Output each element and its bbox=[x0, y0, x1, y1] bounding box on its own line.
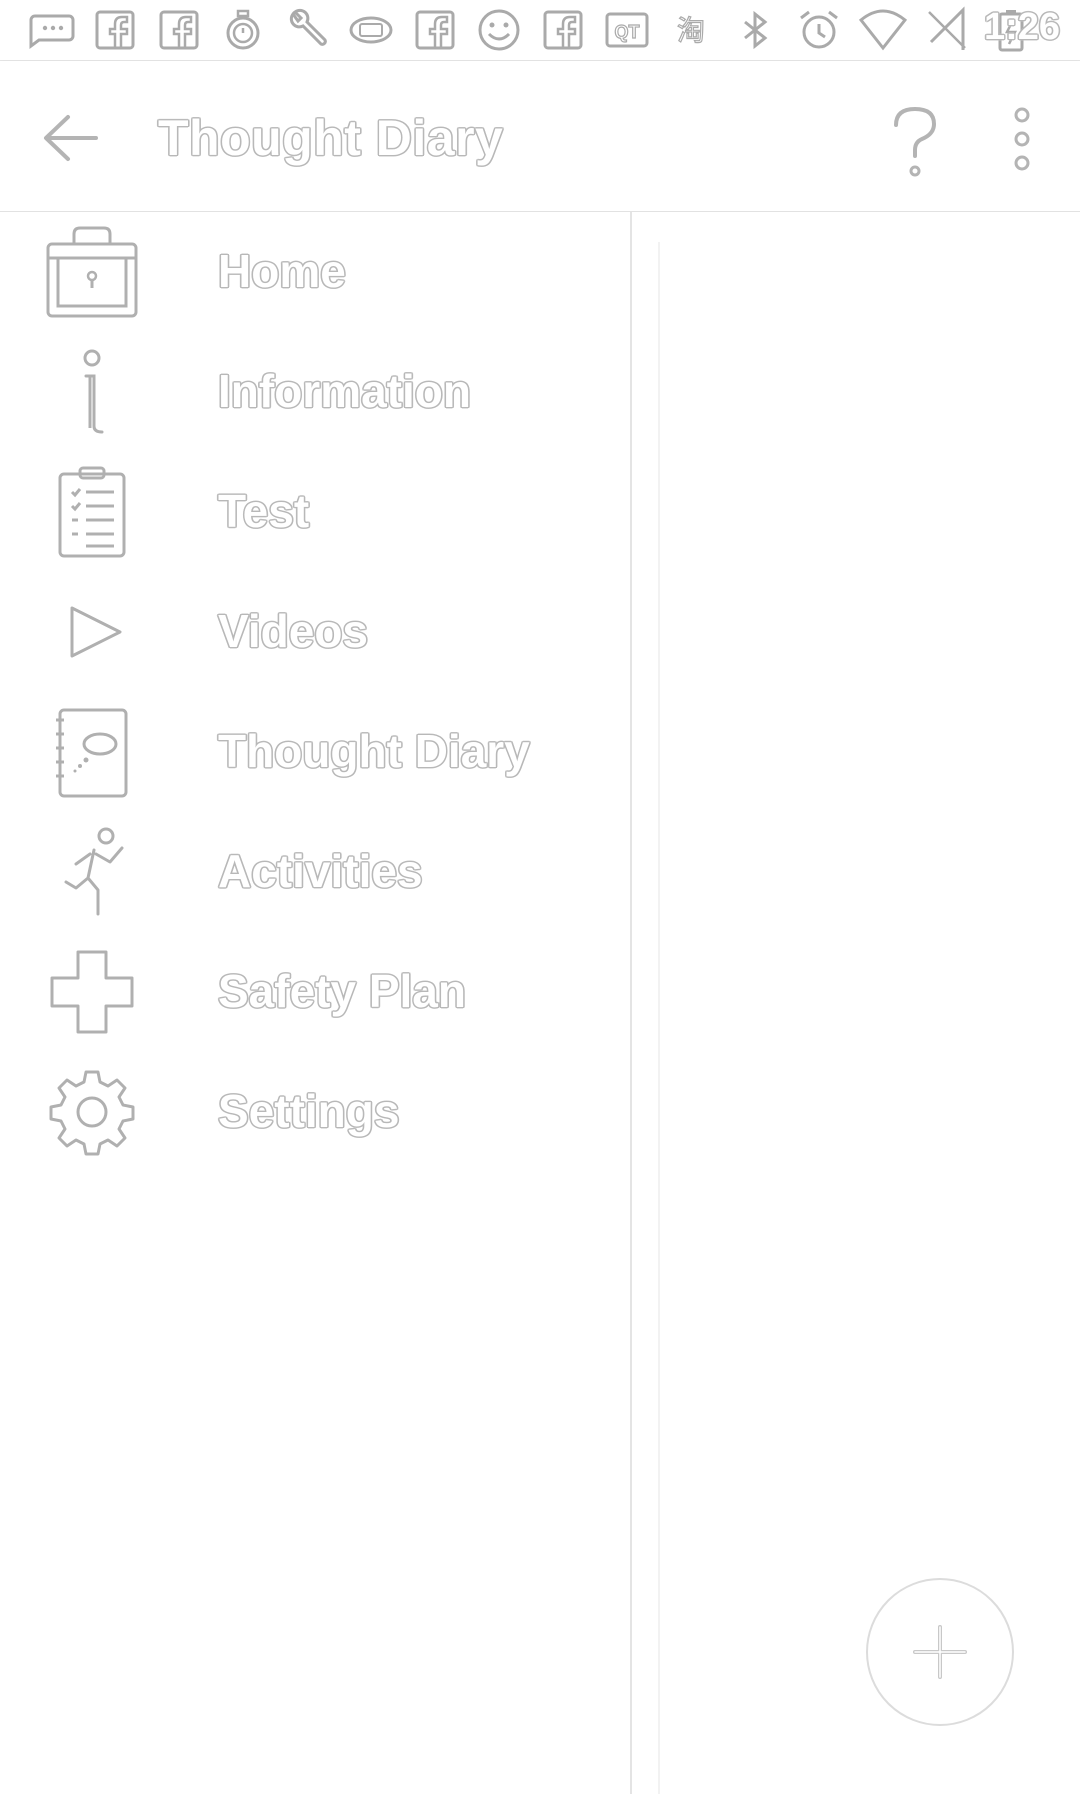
bluetooth-icon bbox=[728, 5, 782, 55]
drawer-item-videos[interactable]: Videos bbox=[0, 572, 630, 692]
clock: 1:26 bbox=[983, 6, 1060, 48]
drawer-item-information[interactable]: Information bbox=[0, 332, 630, 452]
drawer-item-safety-plan[interactable]: Safety Plan bbox=[0, 932, 630, 1052]
facebook-icon bbox=[88, 5, 142, 55]
question-mark-icon bbox=[894, 106, 937, 177]
add-entry-button[interactable] bbox=[866, 1578, 1014, 1726]
help-button[interactable] bbox=[882, 101, 948, 181]
drawer-item-label: Settings bbox=[218, 1085, 400, 1137]
drawer-item-label: Test bbox=[218, 485, 310, 537]
back-button[interactable] bbox=[36, 103, 106, 173]
qt-icon: QT bbox=[600, 5, 654, 55]
facebook-icon bbox=[536, 5, 590, 55]
facebook-icon bbox=[408, 5, 462, 55]
drawer-item-label: Thought Diary bbox=[218, 725, 530, 777]
more-vert-icon bbox=[1014, 107, 1030, 171]
drawer-item-activities[interactable]: Activities bbox=[0, 812, 630, 932]
svg-text:QT: QT bbox=[615, 22, 640, 42]
taobao-icon: 淘 bbox=[664, 5, 718, 55]
smiley-icon bbox=[472, 5, 526, 55]
app-toolbar: Thought Diary bbox=[0, 61, 1080, 213]
status-bar: QT 淘 1:26 bbox=[0, 0, 1080, 61]
alarm-icon bbox=[792, 5, 846, 55]
wrench-icon bbox=[280, 5, 334, 55]
drawer-item-home[interactable]: Home bbox=[0, 212, 630, 332]
play-icon bbox=[42, 582, 142, 682]
running-person-icon bbox=[42, 822, 142, 922]
drawer-item-thought-diary[interactable]: Thought Diary bbox=[0, 692, 630, 812]
content-area bbox=[658, 242, 1080, 1794]
notebook-icon bbox=[42, 702, 142, 802]
info-icon bbox=[42, 342, 142, 442]
clipboard-icon bbox=[42, 462, 142, 562]
drawer-item-settings[interactable]: Settings bbox=[0, 1052, 630, 1172]
wifi-icon bbox=[856, 5, 910, 55]
drawer-item-label: Safety Plan bbox=[218, 965, 466, 1017]
arrow-left-icon bbox=[44, 115, 98, 161]
scanner-icon bbox=[344, 5, 398, 55]
no-sim-icon bbox=[920, 5, 974, 55]
drawer-item-label: Activities bbox=[218, 845, 423, 897]
drawer-item-test[interactable]: Test bbox=[0, 452, 630, 572]
content-panel bbox=[632, 212, 1080, 1794]
stopwatch-icon bbox=[216, 5, 270, 55]
drawer-item-label: Videos bbox=[218, 605, 368, 657]
facebook-icon bbox=[152, 5, 206, 55]
cross-icon bbox=[42, 942, 142, 1042]
navigation-drawer: Home Information Test Videos Thought Dia… bbox=[0, 212, 632, 1794]
svg-text:淘: 淘 bbox=[677, 14, 705, 47]
page-title: Thought Diary bbox=[158, 110, 504, 166]
gear-icon bbox=[42, 1062, 142, 1162]
chat-bubble-icon bbox=[24, 5, 78, 55]
plus-icon bbox=[913, 1625, 967, 1679]
locked-box-icon bbox=[42, 222, 142, 322]
drawer-item-label: Home bbox=[218, 245, 346, 297]
overflow-menu-button[interactable] bbox=[1000, 101, 1044, 181]
drawer-item-label: Information bbox=[218, 365, 471, 417]
